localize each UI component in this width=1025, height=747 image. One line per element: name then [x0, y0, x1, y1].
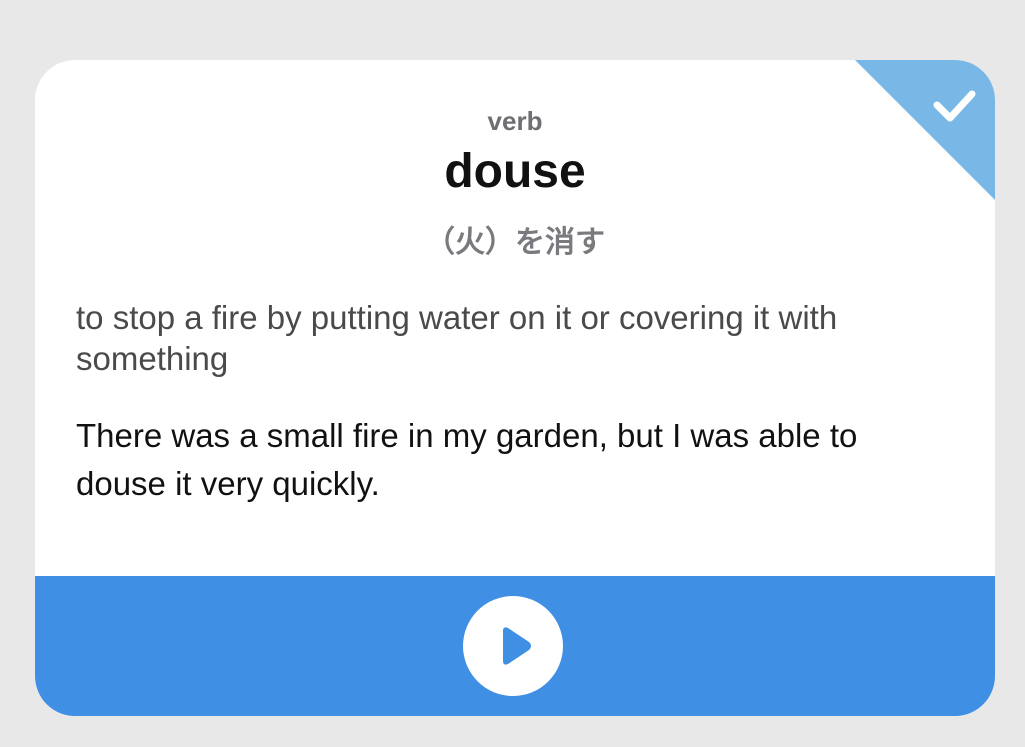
headword: douse — [444, 145, 586, 198]
example-sentence: There was a small fire in my garden, but… — [76, 417, 858, 502]
part-of-speech: verb — [487, 106, 543, 136]
play-audio-button[interactable] — [463, 596, 563, 696]
flashcard: verb douse （火）を消す to stop a fire by putt… — [35, 60, 995, 716]
definition-text: to stop a fire by putting water on it or… — [76, 299, 838, 377]
audio-footer — [35, 576, 995, 716]
play-icon — [503, 627, 531, 665]
translation: （火）を消す — [425, 225, 605, 260]
